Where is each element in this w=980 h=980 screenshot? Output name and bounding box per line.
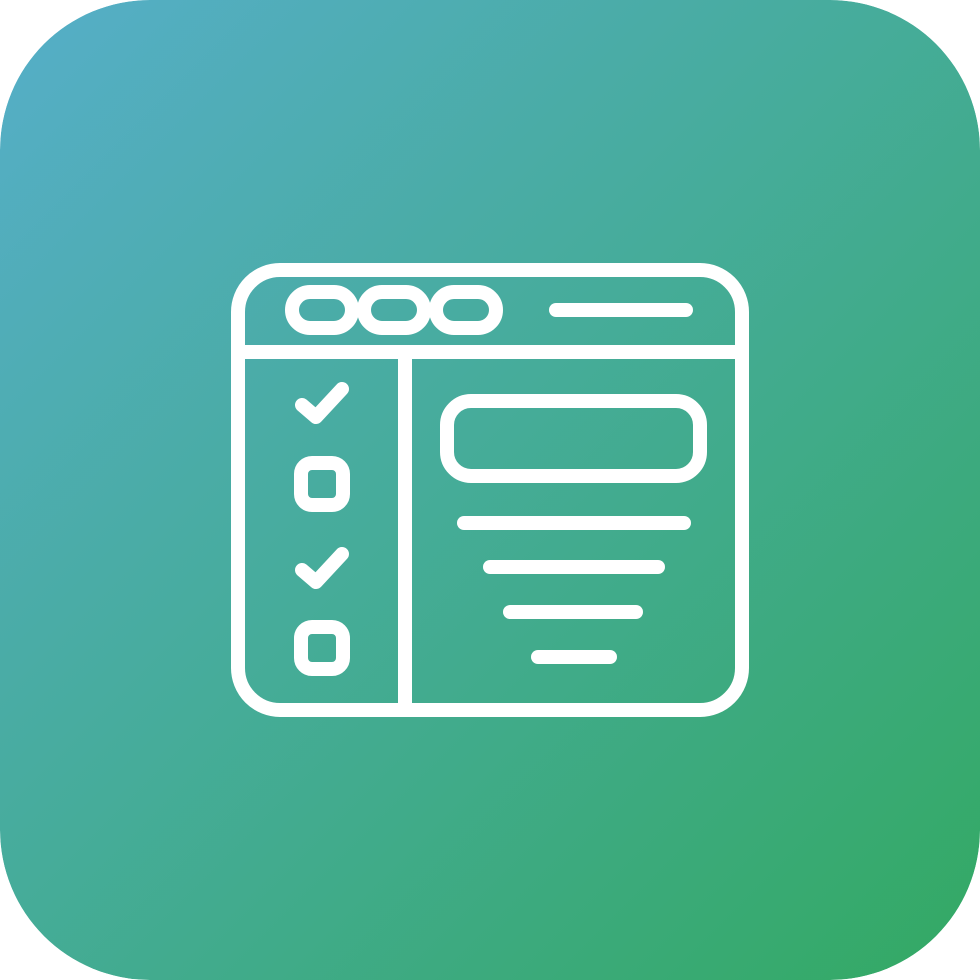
browser-checklist-icon [0, 0, 980, 980]
app-icon-tile [0, 0, 980, 980]
tile-background [0, 0, 980, 980]
